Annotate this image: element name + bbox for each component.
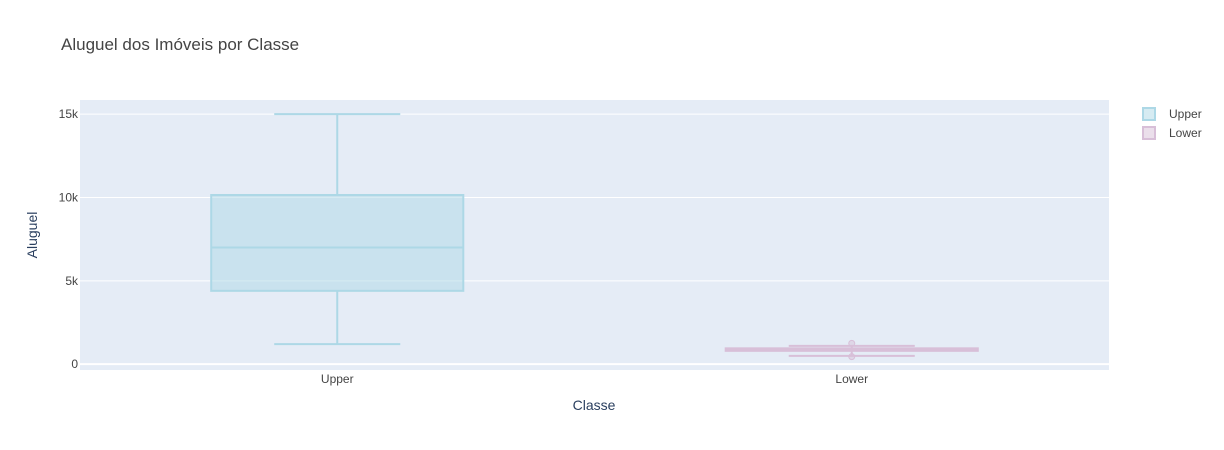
legend-label: Lower (1169, 126, 1202, 140)
x-axis-title: Classe (573, 397, 616, 413)
y-tick-label: 5k (65, 274, 79, 288)
legend-swatch (1142, 107, 1156, 121)
chart: 0 5k 10k 15k Upper Lower Aluguel dos Imóveis… (24, 35, 1202, 413)
x-tick-label: Upper (321, 372, 354, 386)
x-axis-ticks: Upper Lower (321, 372, 868, 386)
x-tick-label: Lower (835, 372, 868, 386)
iqr-box (210, 194, 465, 292)
y-tick-label: 0 (71, 357, 78, 371)
y-tick-label: 15k (59, 107, 79, 121)
outlier-point (848, 339, 856, 347)
outlier-point (848, 353, 856, 361)
y-axis-title: Aluguel (24, 212, 40, 259)
y-axis-ticks: 0 5k 10k 15k (59, 107, 79, 371)
y-tick-label: 10k (59, 191, 79, 205)
legend-label: Upper (1169, 107, 1202, 121)
legend-swatch (1142, 126, 1156, 140)
legend[interactable]: Upper Lower (1142, 107, 1202, 140)
legend-item-upper[interactable]: Upper (1142, 107, 1202, 121)
chart-title: Aluguel dos Imóveis por Classe (61, 35, 299, 54)
legend-item-lower[interactable]: Lower (1142, 126, 1202, 140)
